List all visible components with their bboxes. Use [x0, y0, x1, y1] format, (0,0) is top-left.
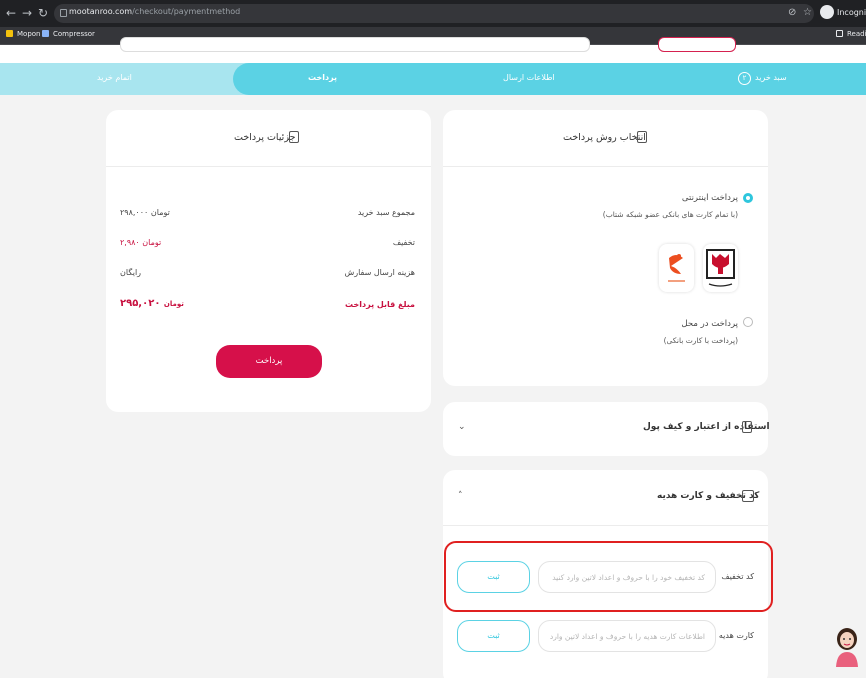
site-header	[0, 37, 866, 63]
online-payment-subtitle: (با تمام کارت های بانکی عضو شبکه شتاب)	[602, 210, 738, 219]
summary-title: جزئیات پرداخت	[234, 132, 296, 143]
lock-icon	[60, 9, 67, 17]
cart-count-badge: ۲	[738, 72, 751, 85]
shipping-cost-value: رایگان	[120, 268, 142, 277]
bookmark-compressor[interactable]: Compressor	[42, 30, 95, 38]
summary-divider	[106, 166, 431, 167]
onsite-payment-subtitle: (پرداخت با کارت بانکی)	[663, 336, 738, 345]
incognito-label: Incognito	[837, 8, 866, 17]
step-finish: اتمام خرید	[97, 73, 132, 82]
bookmark-icon	[6, 30, 13, 37]
discount-divider	[443, 525, 768, 526]
login-button[interactable]	[658, 37, 736, 52]
discount-label: تخفیف	[392, 238, 415, 247]
forward-icon[interactable]: →	[20, 6, 34, 20]
gift-card-field[interactable]	[538, 620, 716, 652]
reload-icon[interactable]: ↻	[36, 6, 50, 20]
gift-card-icon	[742, 490, 754, 502]
onsite-payment-title: پرداخت در محل	[681, 319, 738, 329]
chevron-up-icon[interactable]: ˄	[458, 491, 463, 501]
online-payment-radio[interactable]	[743, 193, 753, 203]
chevron-down-icon[interactable]: ⌄	[458, 422, 466, 432]
onsite-payment-radio[interactable]	[743, 317, 753, 327]
receipt-icon	[289, 131, 299, 143]
star-icon[interactable]: ☆	[803, 6, 812, 20]
url-text: mootanroo.com/checkout/paymentmethod	[69, 7, 241, 16]
bookmark-mopon[interactable]: Mopon	[6, 30, 41, 38]
bank-logo-pasargad[interactable]	[703, 244, 738, 292]
address-bar[interactable]: mootanroo.com/checkout/paymentmethod	[54, 4, 814, 23]
ap-logo-icon	[668, 254, 685, 282]
online-payment-title: پرداخت اینترنتی	[681, 193, 738, 203]
step-payment: پرداخت	[308, 73, 338, 82]
payable-label: مبلغ قابل پرداخت	[345, 300, 415, 309]
reading-list-icon	[836, 30, 843, 37]
checkout-steps: اتمام خرید پرداخت اطلاعات ارسال ۲ سبد خر…	[0, 63, 866, 95]
reading-list[interactable]: Reading	[836, 30, 866, 38]
cart-total-value: تومان ۲۹۸,۰۰۰	[120, 208, 170, 217]
folder-icon	[42, 30, 49, 37]
shipping-cost-label: هزینه ارسال سفارش	[344, 268, 415, 277]
methods-title: انتخاب روش پرداخت	[563, 132, 646, 143]
gift-card-input[interactable]	[539, 621, 715, 651]
payable-value: تومان ۲۹۵,۰۲۰	[120, 298, 184, 309]
payment-method-card: انتخاب روش پرداخت پرداخت اینترنتی (با تم…	[443, 110, 768, 386]
step-shipping[interactable]: اطلاعات ارسال	[503, 73, 555, 82]
discount-value: تومان ۲,۹۸۰	[120, 238, 162, 247]
gift-card-submit-button[interactable]: ثبت	[457, 620, 530, 652]
tracking-off-icon[interactable]: ⊘	[788, 6, 796, 20]
step-cart[interactable]: سبد خرید	[755, 73, 787, 82]
bank-logo-ap[interactable]	[659, 244, 694, 292]
cart-total-label: مجموع سبد خرید	[357, 208, 415, 217]
methods-divider	[443, 166, 768, 167]
pasargad-logo-icon	[706, 249, 735, 287]
support-avatar-icon	[836, 628, 858, 667]
wallet-credit-icon	[742, 421, 752, 433]
pay-button[interactable]: پرداخت	[216, 345, 322, 378]
wallet-credit-card[interactable]: استفاده از اعتبار و کیف پول ⌄	[443, 402, 770, 456]
incognito-icon[interactable]	[820, 5, 834, 19]
browser-toolbar: ← → ↻ mootanroo.com/checkout/paymentmeth…	[0, 0, 866, 27]
support-avatar[interactable]	[832, 625, 862, 667]
back-icon[interactable]: ←	[4, 6, 18, 20]
annotation-highlight	[444, 541, 773, 612]
wallet-icon	[637, 131, 647, 143]
site-search-input[interactable]	[120, 37, 590, 52]
gift-card-label: کارت هدیه	[718, 631, 754, 640]
